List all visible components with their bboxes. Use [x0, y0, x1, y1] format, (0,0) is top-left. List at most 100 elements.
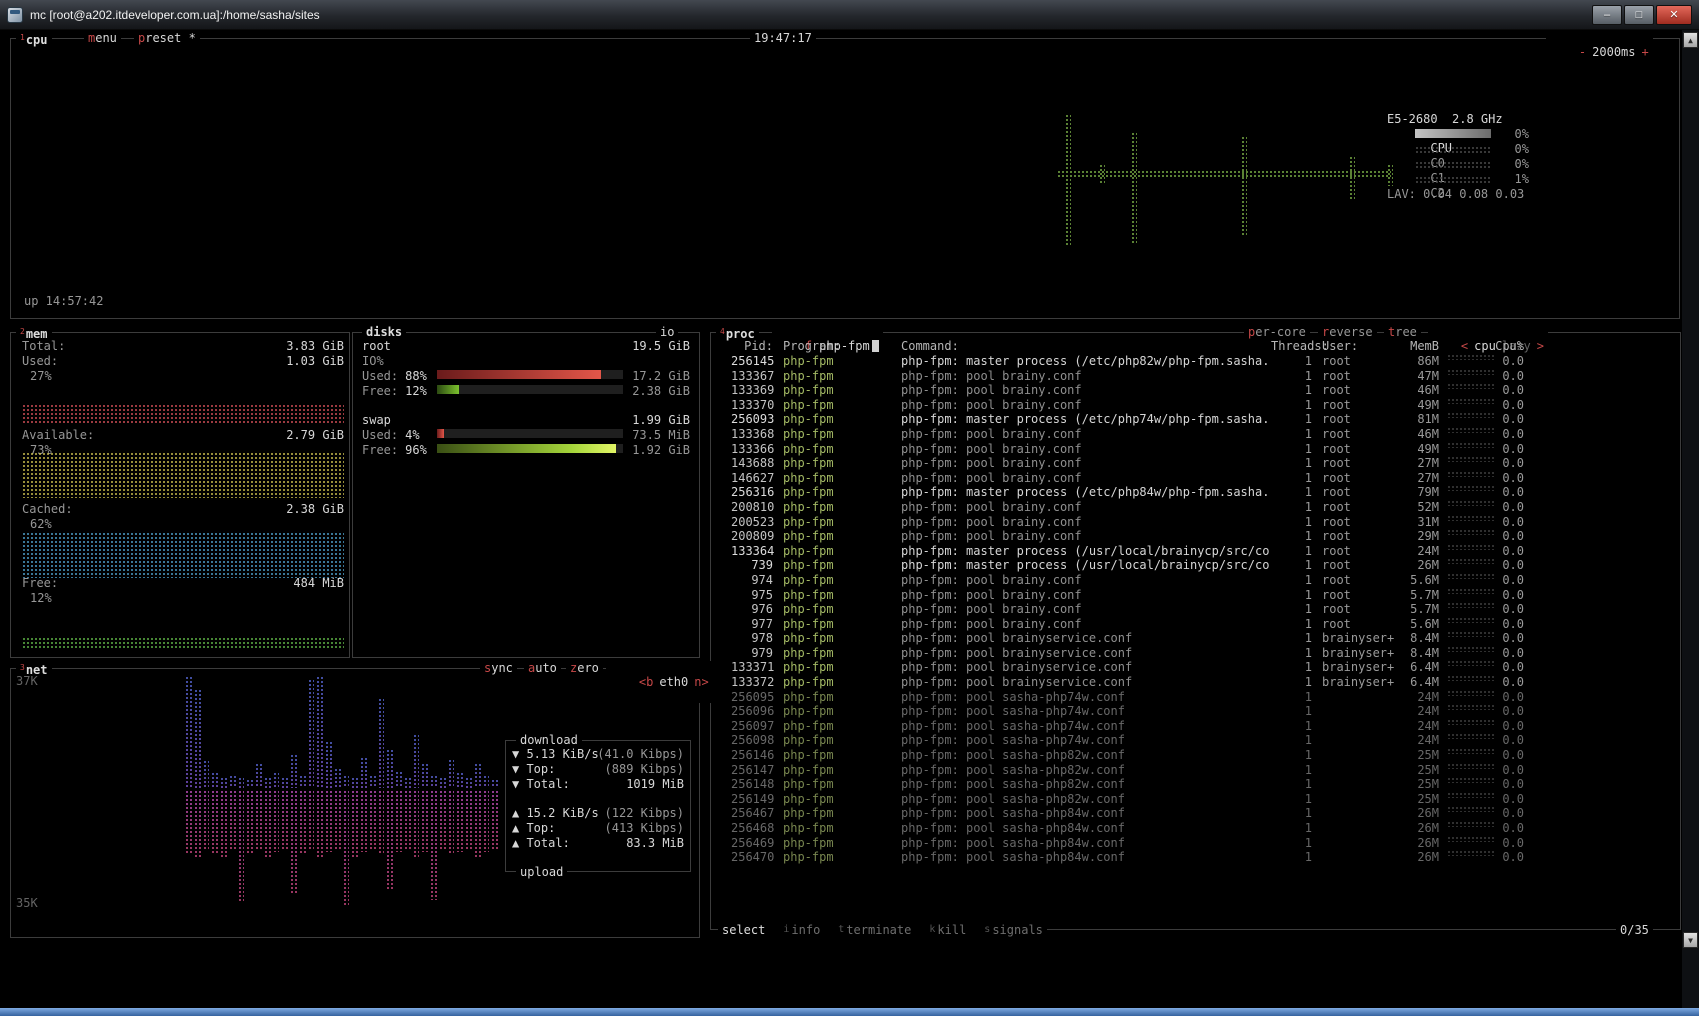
app-icon	[7, 7, 23, 23]
mem-cached-value: 2.38 GiB	[286, 502, 344, 516]
process-row[interactable]: 133364php-fpmphp-fpm: master process (/u…	[711, 544, 1680, 559]
proc-footer-kill[interactable]: kkill	[929, 923, 966, 937]
process-row[interactable]: 200809php-fpmphp-fpm: pool brainy.conf1r…	[711, 529, 1680, 544]
proc-footer-signals[interactable]: ssignals	[984, 923, 1043, 937]
mem-free-value: 484 MiB	[293, 576, 344, 590]
disk-free-value: 1.92 GiB	[632, 443, 690, 457]
mem-free-label: Free:	[22, 576, 58, 590]
process-row[interactable]: 256095php-fpmphp-fpm: pool sasha-php74w.…	[711, 690, 1680, 705]
process-row[interactable]: 974php-fpmphp-fpm: pool brainy.conf1root…	[711, 573, 1680, 588]
interval-minus-button[interactable]: -	[1579, 45, 1586, 59]
proc-footer-info[interactable]: iinfo	[783, 923, 820, 937]
process-row[interactable]: 256096php-fpmphp-fpm: pool sasha-php74w.…	[711, 704, 1680, 719]
download-top: ▼ Top:	[512, 762, 555, 776]
disk-used-value: 73.5 MiB	[632, 428, 690, 442]
cpu-graph-baseline	[1057, 170, 1391, 179]
core-mini-graph	[1415, 161, 1491, 168]
preset-button[interactable]: preset *	[134, 31, 200, 45]
process-row[interactable]: 133369php-fpmphp-fpm: pool brainy.conf1r…	[711, 383, 1680, 398]
process-row[interactable]: 256467php-fpmphp-fpm: pool sasha-php84w.…	[711, 806, 1680, 821]
process-row[interactable]: 143688php-fpmphp-fpm: pool brainy.conf1r…	[711, 456, 1680, 471]
process-row[interactable]: 256316php-fpmphp-fpm: master process (/e…	[711, 485, 1680, 500]
process-row[interactable]: 200523php-fpmphp-fpm: pool brainy.conf1r…	[711, 515, 1680, 530]
window-title: mc [root@a202.itdeveloper.com.ua]:/home/…	[30, 8, 1592, 22]
cpu-info-panel: E5-2680 2.8 GHz CPU0% C00% C10% C21% LAV…	[1387, 112, 1529, 204]
disk-free-meter	[437, 385, 623, 394]
scroll-down-button[interactable]: ▼	[1683, 932, 1698, 948]
process-row[interactable]: 256470php-fpmphp-fpm: pool sasha-php84w.…	[711, 850, 1680, 865]
process-row[interactable]: 256149php-fpmphp-fpm: pool sasha-php82w.…	[711, 792, 1680, 807]
process-row[interactable]: 975php-fpmphp-fpm: pool brainy.conf1root…	[711, 588, 1680, 603]
process-row[interactable]: 133372php-fpmphp-fpm: pool brainyservice…	[711, 675, 1680, 690]
process-row[interactable]: 979php-fpmphp-fpm: pool brainyservice.co…	[711, 646, 1680, 661]
upload-total: ▲ Total:	[512, 836, 570, 850]
download-box-title: download	[516, 733, 582, 747]
net-sync-button[interactable]: sync	[480, 661, 517, 675]
process-row[interactable]: 256098php-fpmphp-fpm: pool sasha-php74w.…	[711, 733, 1680, 748]
mem-free-percent: 12%	[30, 591, 52, 605]
process-row[interactable]: 133370php-fpmphp-fpm: pool brainy.conf1r…	[711, 398, 1680, 413]
net-interface-switcher[interactable]: <beth0n>	[606, 661, 713, 703]
process-row[interactable]: 256097php-fpmphp-fpm: pool sasha-php74w.…	[711, 719, 1680, 734]
load-average: LAV: 0.04 0.08 0.03	[1387, 187, 1529, 201]
window-titlebar[interactable]: mc [root@a202.itdeveloper.com.ua]:/home/…	[0, 0, 1699, 30]
next-interface-button[interactable]: n>	[694, 675, 708, 689]
scrollbar[interactable]: ▲ ▼	[1682, 30, 1699, 1008]
app-window: mc [root@a202.itdeveloper.com.ua]:/home/…	[0, 0, 1699, 1016]
process-row[interactable]: 200810php-fpmphp-fpm: pool brainy.conf1r…	[711, 500, 1680, 515]
disk-used-percent: 4%	[405, 428, 419, 442]
io-percent-button[interactable]: IO%	[362, 354, 384, 368]
mem-used-value: 1.03 GiB	[286, 354, 344, 368]
update-interval-control[interactable]: -2000ms+	[1546, 31, 1653, 73]
disk-name: swap	[362, 413, 391, 427]
disk-size: 1.99 GiB	[632, 413, 690, 427]
scroll-up-button[interactable]: ▲	[1683, 32, 1698, 48]
proc-footer-terminate[interactable]: tterminate	[838, 923, 911, 937]
prev-interface-button[interactable]: <b	[639, 675, 653, 689]
cpu-box-title[interactable]: 1cpu	[16, 31, 52, 47]
disk-name: root	[362, 339, 391, 353]
process-row[interactable]: 976php-fpmphp-fpm: pool brainy.conf1root…	[711, 602, 1680, 617]
process-row[interactable]: 256145php-fpmphp-fpm: master process (/e…	[711, 354, 1680, 369]
disk-free-percent: 12%	[405, 384, 427, 398]
process-row[interactable]: 977php-fpmphp-fpm: pool brainy.conf1root…	[711, 617, 1680, 632]
process-row[interactable]: 133367php-fpmphp-fpm: pool brainy.conf1r…	[711, 369, 1680, 384]
process-row[interactable]: 256093php-fpmphp-fpm: master process (/e…	[711, 412, 1680, 427]
proc-footer-select[interactable]: select	[722, 923, 765, 937]
mem-cached-label: Cached:	[22, 502, 73, 516]
process-row[interactable]: 256468php-fpmphp-fpm: pool sasha-php84w.…	[711, 821, 1680, 836]
process-row[interactable]: 739php-fpmphp-fpm: master process (/usr/…	[711, 558, 1680, 573]
mem-available-value: 2.79 GiB	[286, 428, 344, 442]
maximize-button[interactable]: □	[1624, 5, 1654, 25]
process-row[interactable]: 256469php-fpmphp-fpm: pool sasha-php84w.…	[711, 836, 1680, 851]
tree-toggle[interactable]: tree	[1384, 325, 1421, 339]
net-auto-button[interactable]: auto	[524, 661, 561, 675]
net-zero-button[interactable]: zero	[566, 661, 603, 675]
per-core-toggle[interactable]: per-core	[1244, 325, 1310, 339]
net-download-graph	[185, 676, 500, 788]
process-row[interactable]: 256146php-fpmphp-fpm: pool sasha-php82w.…	[711, 748, 1680, 763]
mem-cached-graph	[22, 532, 344, 578]
process-row[interactable]: 146627php-fpmphp-fpm: pool brainy.conf1r…	[711, 471, 1680, 486]
disk-used-meter	[437, 370, 623, 379]
net-upload-graph	[185, 790, 500, 905]
close-button[interactable]: ✕	[1656, 5, 1692, 25]
process-row[interactable]: 256148php-fpmphp-fpm: pool sasha-php82w.…	[711, 777, 1680, 792]
process-row[interactable]: 978php-fpmphp-fpm: pool brainyservice.co…	[711, 631, 1680, 646]
disks-box-title[interactable]: disks	[362, 325, 406, 339]
process-row[interactable]: 133368php-fpmphp-fpm: pool brainy.conf1r…	[711, 427, 1680, 442]
disk-used-meter	[437, 429, 623, 438]
menu-button[interactable]: menu	[84, 31, 121, 45]
io-mode-toggle[interactable]: io	[656, 325, 678, 339]
reverse-toggle[interactable]: reverse	[1318, 325, 1377, 339]
core-mini-graph	[1415, 176, 1491, 183]
minimize-button[interactable]: –	[1592, 5, 1622, 25]
cpu-total-meter	[1415, 129, 1491, 138]
process-row[interactable]: 133366php-fpmphp-fpm: pool brainy.conf1r…	[711, 442, 1680, 457]
cpu-model: E5-2680 2.8 GHz	[1387, 112, 1529, 126]
net-scale-top: 37K	[16, 674, 38, 688]
process-row[interactable]: 133371php-fpmphp-fpm: pool brainyservice…	[711, 660, 1680, 675]
interval-plus-button[interactable]: +	[1642, 45, 1649, 59]
process-row[interactable]: 256147php-fpmphp-fpm: pool sasha-php82w.…	[711, 763, 1680, 778]
mem-used-graph	[22, 404, 344, 425]
